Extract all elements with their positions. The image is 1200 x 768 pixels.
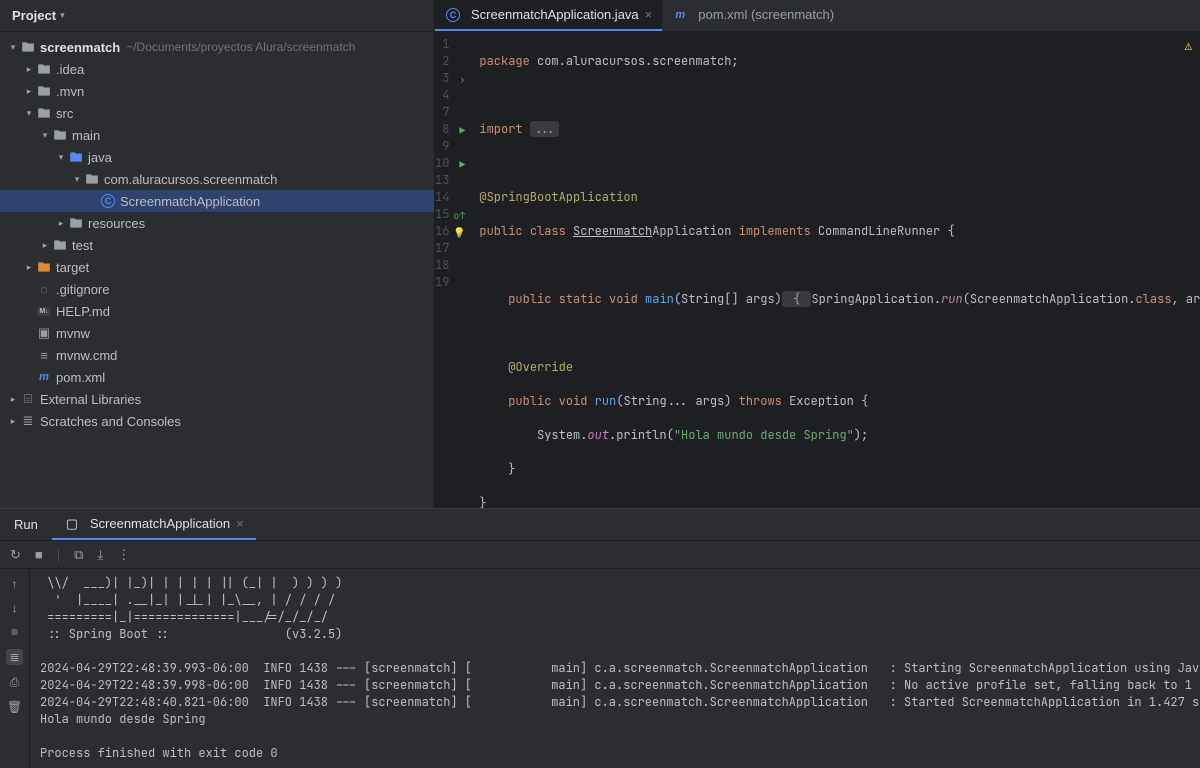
source-folder-icon xyxy=(68,149,84,165)
tree-item-resources[interactable]: ▸ resources xyxy=(0,212,434,234)
markdown-icon: M↓ xyxy=(36,303,52,319)
tree-label: src xyxy=(56,106,73,121)
tree-path: ~/Documents/proyectos Alura/screenmatch xyxy=(126,40,355,54)
tree-label: Scratches and Consoles xyxy=(40,414,181,429)
code-editor[interactable]: ⚠ 1 2 3› 4 7 8▶ 9 10▶ 13 14 15o↑ 16💡 17 … xyxy=(435,32,1200,508)
trash-icon[interactable]: 🗑 xyxy=(7,700,22,714)
tree-label: resources xyxy=(88,216,145,231)
screenshot-icon[interactable]: ⧉ xyxy=(74,547,83,563)
run-side-toolbar: ↑ ↓ ≡ ≣ ⎙ 🗑 xyxy=(0,569,30,768)
rerun-icon[interactable]: ↻ xyxy=(10,547,21,563)
maven-icon: m xyxy=(672,7,688,23)
tree-item-target[interactable]: ▸ target xyxy=(0,256,434,278)
run-title: Run xyxy=(0,517,52,532)
target-folder-icon xyxy=(36,259,52,275)
tree-item-gitignore[interactable]: ◌ .gitignore xyxy=(0,278,434,300)
folder-icon xyxy=(36,105,52,121)
console-output[interactable]: \\/ ___)| |_)| | | | | || (_| | ) ) ) ) … xyxy=(30,569,1200,768)
tree-label: .gitignore xyxy=(56,282,109,297)
tree-label: java xyxy=(88,150,112,165)
tree-label: screenmatch xyxy=(40,40,120,55)
up-icon[interactable]: ↑ xyxy=(12,577,18,591)
tree-item-java[interactable]: ▾ java xyxy=(0,146,434,168)
project-tree: ▾ screenmatch ~/Documents/proyectos Alur… xyxy=(0,32,434,508)
tree-item-mvn[interactable]: ▸ .mvn xyxy=(0,80,434,102)
tree-item-main[interactable]: ▾ main xyxy=(0,124,434,146)
folder-icon xyxy=(68,215,84,231)
tree-root[interactable]: ▾ screenmatch ~/Documents/proyectos Alur… xyxy=(0,36,434,58)
override-icon[interactable]: o↑ xyxy=(453,207,465,224)
class-icon: C xyxy=(445,7,461,23)
app-icon: ▢ xyxy=(64,516,80,532)
more-icon[interactable]: ⋮ xyxy=(117,547,130,563)
run-tab-label: ScreenmatchApplication xyxy=(90,516,230,531)
tree-item-mvnw[interactable]: ▣ mvnw xyxy=(0,322,434,344)
maven-icon: m xyxy=(36,369,52,385)
editor-tabs: C ScreenmatchApplication.java × m pom.xm… xyxy=(435,0,1200,32)
run-gutter-icon[interactable]: ▶ xyxy=(459,122,465,139)
tree-item-app[interactable]: C ScreenmatchApplication xyxy=(0,190,434,212)
tree-label: target xyxy=(56,260,89,275)
folder-icon xyxy=(36,61,52,77)
print-icon[interactable]: ⎙ xyxy=(10,675,20,690)
tree-item-pom[interactable]: m pom.xml xyxy=(0,366,434,388)
library-icon: ⌸ xyxy=(20,391,36,407)
folder-icon xyxy=(36,83,52,99)
tree-item-package[interactable]: ▾ com.aluracursos.screenmatch xyxy=(0,168,434,190)
stop-icon[interactable]: ■ xyxy=(35,547,43,562)
run-tab-app[interactable]: ▢ ScreenmatchApplication × xyxy=(52,509,256,540)
run-panel: Run ▢ ScreenmatchApplication × ↻ ■ | ⧉ ⤓… xyxy=(0,508,1200,768)
gutter: 1 2 3› 4 7 8▶ 9 10▶ 13 14 15o↑ 16💡 17 18… xyxy=(435,32,457,508)
folder-icon xyxy=(20,39,36,55)
tree-item-help[interactable]: M↓ HELP.md xyxy=(0,300,434,322)
tree-item-extlib[interactable]: ▸⌸ External Libraries xyxy=(0,388,434,410)
tree-item-test[interactable]: ▸ test xyxy=(0,234,434,256)
class-icon: C xyxy=(100,193,116,209)
run-tabs: Run ▢ ScreenmatchApplication × xyxy=(0,509,1200,541)
tree-item-mvnwcmd[interactable]: ≡ mvnw.cmd xyxy=(0,344,434,366)
tree-item-src[interactable]: ▾ src xyxy=(0,102,434,124)
tree-label: mvnw xyxy=(56,326,90,341)
code-body[interactable]: package com.aluracursos.screenmatch; imp… xyxy=(457,32,1200,508)
run-gutter-icon[interactable]: ▶ xyxy=(459,156,465,173)
tree-label: com.aluracursos.screenmatch xyxy=(104,172,277,187)
wrap-icon[interactable]: ≡ xyxy=(11,625,18,639)
project-sidebar: Project ▾ ▾ screenmatch ~/Documents/proy… xyxy=(0,0,435,508)
warning-icon[interactable]: ⚠ xyxy=(1185,38,1192,54)
tree-label: External Libraries xyxy=(40,392,141,407)
tree-label: ScreenmatchApplication xyxy=(120,194,260,209)
tab-screenmatch-app[interactable]: C ScreenmatchApplication.java × xyxy=(435,0,662,31)
project-header[interactable]: Project ▾ xyxy=(0,0,434,32)
tree-label: main xyxy=(72,128,100,143)
tree-item-idea[interactable]: ▸ .idea xyxy=(0,58,434,80)
down-icon[interactable]: ↓ xyxy=(12,601,18,615)
folder-icon xyxy=(52,127,68,143)
tree-label: pom.xml xyxy=(56,370,105,385)
close-icon[interactable]: × xyxy=(645,7,653,22)
tab-pom[interactable]: m pom.xml (screenmatch) xyxy=(662,0,844,31)
tree-label: .mvn xyxy=(56,84,84,99)
scratches-icon: ≣ xyxy=(20,413,36,429)
run-toolbar: ↻ ■ | ⧉ ⤓ ⋮ xyxy=(0,541,1200,569)
bulb-icon[interactable]: 💡 xyxy=(453,224,465,241)
chevron-down-icon: ▾ xyxy=(60,10,65,21)
tree-label: HELP.md xyxy=(56,304,110,319)
folder-icon xyxy=(52,237,68,253)
file-icon: ≡ xyxy=(36,347,52,363)
scroll-icon[interactable]: ≣ xyxy=(6,649,22,665)
gitignore-icon: ◌ xyxy=(36,281,52,297)
tree-label: .idea xyxy=(56,62,84,77)
export-icon[interactable]: ⤓ xyxy=(97,547,103,563)
tree-label: test xyxy=(72,238,93,253)
tree-item-scratches[interactable]: ▸≣ Scratches and Consoles xyxy=(0,410,434,432)
project-title: Project xyxy=(12,8,56,23)
tab-label: pom.xml (screenmatch) xyxy=(698,7,834,22)
editor-pane: C ScreenmatchApplication.java × m pom.xm… xyxy=(435,0,1200,508)
terminal-icon: ▣ xyxy=(36,325,52,341)
close-icon[interactable]: × xyxy=(236,516,244,531)
tab-label: ScreenmatchApplication.java xyxy=(471,7,639,22)
package-icon xyxy=(84,171,100,187)
tree-label: mvnw.cmd xyxy=(56,348,117,363)
